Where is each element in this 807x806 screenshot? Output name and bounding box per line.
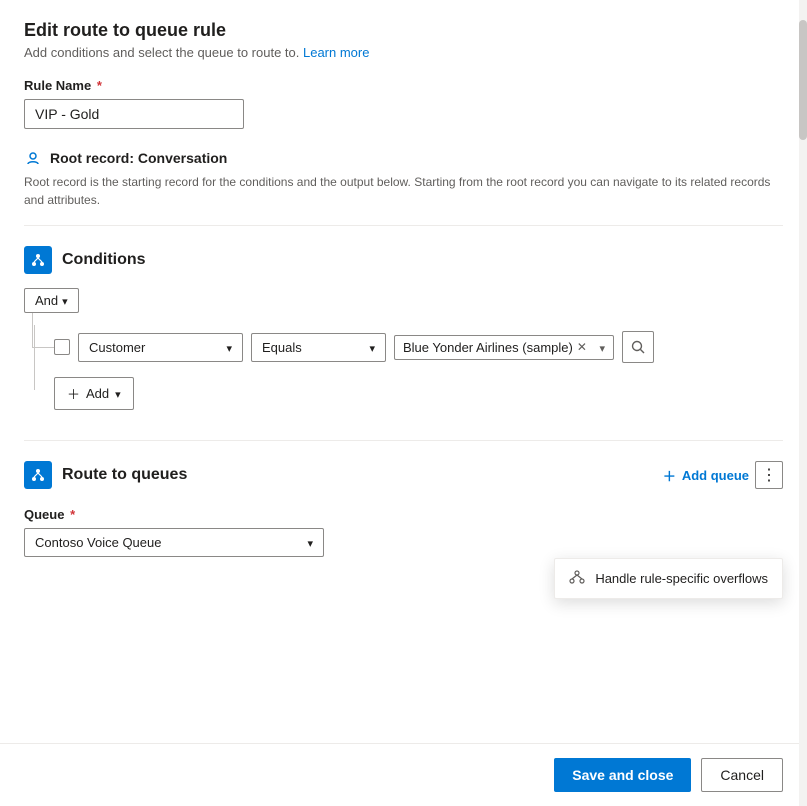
root-record-header: Root record: Conversation <box>24 149 783 167</box>
route-title: Route to queues <box>62 466 187 484</box>
root-record-desc: Root record is the starting record for t… <box>24 173 783 209</box>
cancel-button[interactable]: Cancel <box>701 758 783 792</box>
route-header: Route to queues ＋ Add queue ⋮ <box>24 461 783 489</box>
root-record-section: Root record: Conversation Root record is… <box>24 149 783 226</box>
footer: Save and close Cancel <box>0 743 807 806</box>
and-chevron-icon <box>62 293 68 308</box>
section-divider <box>24 440 783 441</box>
value-chevron-icon <box>599 340 605 355</box>
more-dots-icon: ⋮ <box>761 465 777 485</box>
conditions-icon <box>24 246 52 274</box>
search-button[interactable] <box>622 331 654 363</box>
root-record-label: Root record: Conversation <box>50 150 227 166</box>
rule-name-label: Rule Name * <box>24 78 783 93</box>
queue-value: Contoso Voice Queue <box>35 535 161 550</box>
route-header-right: ＋ Add queue ⋮ <box>663 461 783 489</box>
scrollbar[interactable] <box>799 0 807 806</box>
add-icon: ＋ <box>67 384 80 403</box>
queue-field-section: Queue * Contoso Voice Queue <box>24 507 783 557</box>
conditions-header: Conditions <box>24 246 783 274</box>
value-tag: Blue Yonder Airlines (sample) ✕ <box>403 340 587 355</box>
route-icon <box>24 461 52 489</box>
operator-dropdown[interactable]: Equals <box>251 333 386 362</box>
conditions-section: Conditions And <box>24 246 783 420</box>
condition-checkbox[interactable] <box>54 339 70 355</box>
conditions-title: Conditions <box>62 251 146 269</box>
scroll-thumb[interactable] <box>799 20 807 140</box>
add-chevron-icon <box>115 386 121 401</box>
field-value: Customer <box>89 340 145 355</box>
field-dropdown[interactable]: Customer <box>78 333 243 362</box>
condition-row: Customer Equals Blue Yonder Airlines (sa… <box>54 325 783 369</box>
subtitle-text: Add conditions and select the queue to r… <box>24 45 303 60</box>
operator-value: Equals <box>262 340 302 355</box>
page-subtitle: Add conditions and select the queue to r… <box>24 45 783 60</box>
page-container: Edit route to queue rule Add conditions … <box>0 0 807 806</box>
route-header-left: Route to queues <box>24 461 187 489</box>
root-record-icon <box>24 149 42 167</box>
rule-name-section: Rule Name * <box>24 78 783 129</box>
overflow-dropdown-popup: Handle rule-specific overflows <box>554 558 783 599</box>
value-field[interactable]: Blue Yonder Airlines (sample) ✕ <box>394 335 614 360</box>
save-and-close-button[interactable]: Save and close <box>554 758 691 792</box>
overflow-label: Handle rule-specific overflows <box>595 571 768 586</box>
queue-chevron-icon <box>307 535 313 550</box>
handle-overflows-item[interactable]: Handle rule-specific overflows <box>555 559 782 598</box>
main-content: Edit route to queue rule Add conditions … <box>0 0 807 743</box>
conditions-area: And Customer <box>24 288 783 420</box>
route-queues-section: Route to queues ＋ Add queue ⋮ Queue * <box>24 461 783 557</box>
add-queue-plus-icon: ＋ <box>663 466 676 485</box>
operator-chevron-icon <box>369 340 375 355</box>
page-title: Edit route to queue rule <box>24 20 783 41</box>
add-condition-button[interactable]: ＋ Add <box>54 377 134 410</box>
overflow-icon <box>569 569 585 588</box>
value-tag-close-icon[interactable]: ✕ <box>577 340 587 354</box>
queue-dropdown[interactable]: Contoso Voice Queue <box>24 528 324 557</box>
queue-label: Queue * <box>24 507 783 522</box>
more-options-button[interactable]: ⋮ <box>755 461 783 489</box>
add-queue-button[interactable]: ＋ Add queue <box>663 466 749 485</box>
and-dropdown[interactable]: And <box>24 288 79 313</box>
rule-name-input[interactable] <box>24 99 244 129</box>
learn-more-link[interactable]: Learn more <box>303 45 369 60</box>
field-chevron-icon <box>226 340 232 355</box>
